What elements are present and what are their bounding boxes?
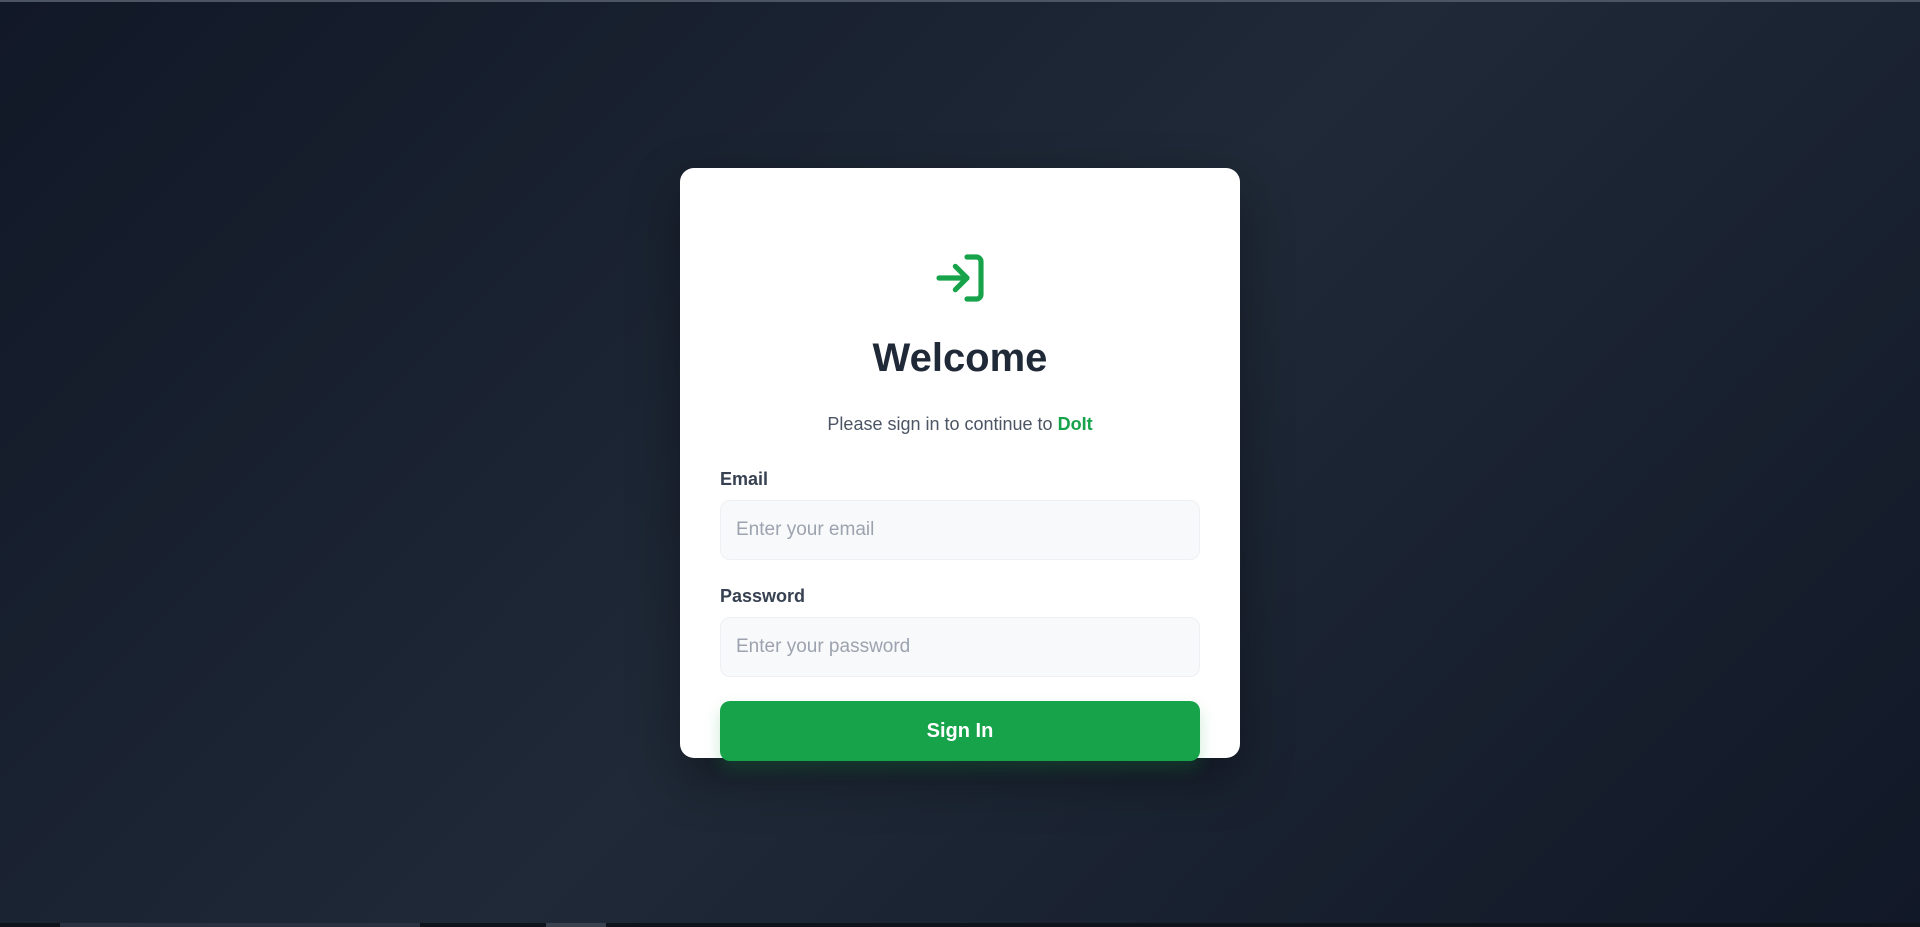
subtitle-text: Please sign in to continue to xyxy=(827,414,1058,434)
password-label: Password xyxy=(720,586,806,606)
taskbar-segment xyxy=(60,923,420,927)
password-field[interactable] xyxy=(720,617,1200,677)
subtitle: Please sign in to continue to DoIt xyxy=(720,414,1200,435)
email-field[interactable] xyxy=(720,500,1200,560)
sign-in-button[interactable]: Sign In xyxy=(720,701,1200,761)
taskbar-segment xyxy=(546,923,606,927)
page-title: Welcome xyxy=(872,336,1048,380)
sign-in-arrow-icon xyxy=(936,254,984,302)
taskbar-strip xyxy=(0,923,1920,927)
email-label: Email xyxy=(720,469,769,489)
login-card: Welcome Please sign in to continue to Do… xyxy=(680,168,1240,761)
window-top-border xyxy=(0,0,1920,2)
brand-name: DoIt xyxy=(1057,414,1093,434)
